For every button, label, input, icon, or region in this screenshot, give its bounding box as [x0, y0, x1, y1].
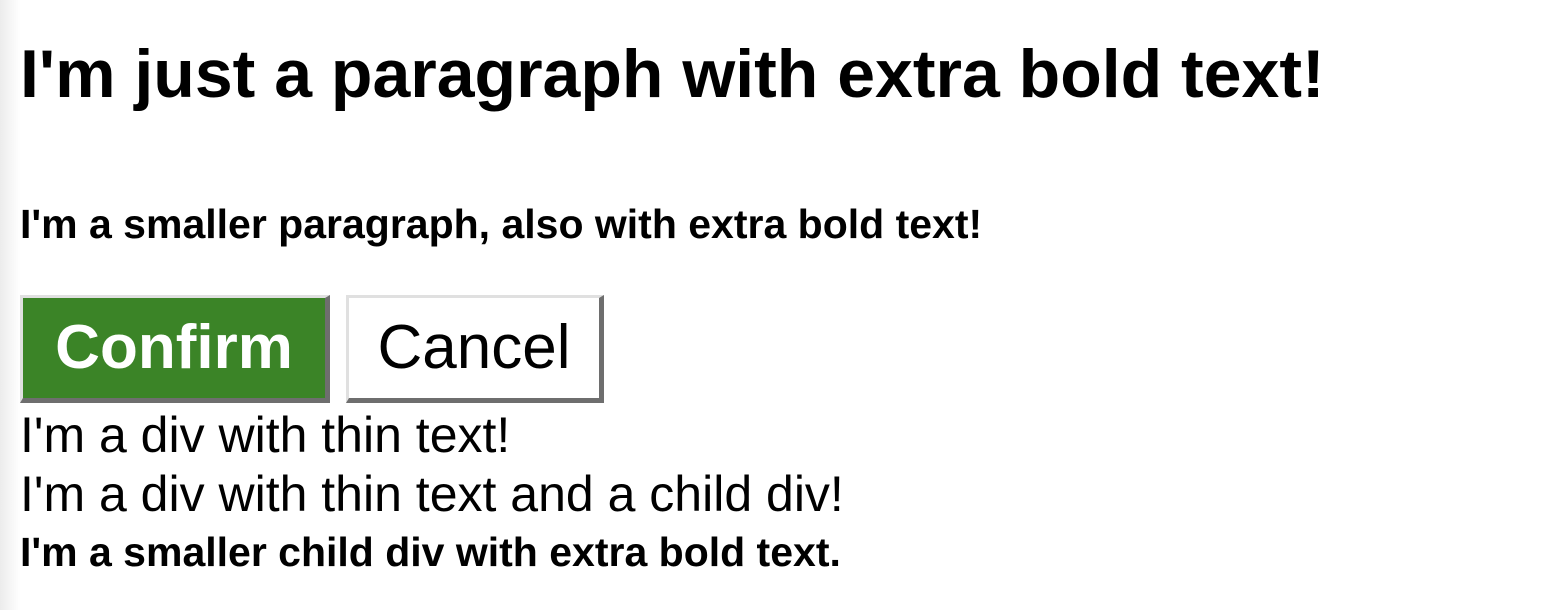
confirm-button[interactable]: Confirm [20, 295, 330, 403]
thin-text-parent-div: I'm a div with thin text and a child div… [20, 465, 844, 581]
thin-text-div: I'm a div with thin text! [20, 407, 511, 463]
large-bold-paragraph: I'm just a paragraph with extra bold tex… [20, 36, 1325, 112]
page-left-edge [0, 0, 20, 610]
small-bold-paragraph: I'm a smaller paragraph, also with extra… [20, 201, 983, 247]
thin-parent-text: I'm a div with thin text and a child div… [20, 466, 844, 522]
cancel-button[interactable]: Cancel [346, 295, 604, 403]
bold-child-div: I'm a smaller child div with extra bold … [20, 529, 841, 575]
